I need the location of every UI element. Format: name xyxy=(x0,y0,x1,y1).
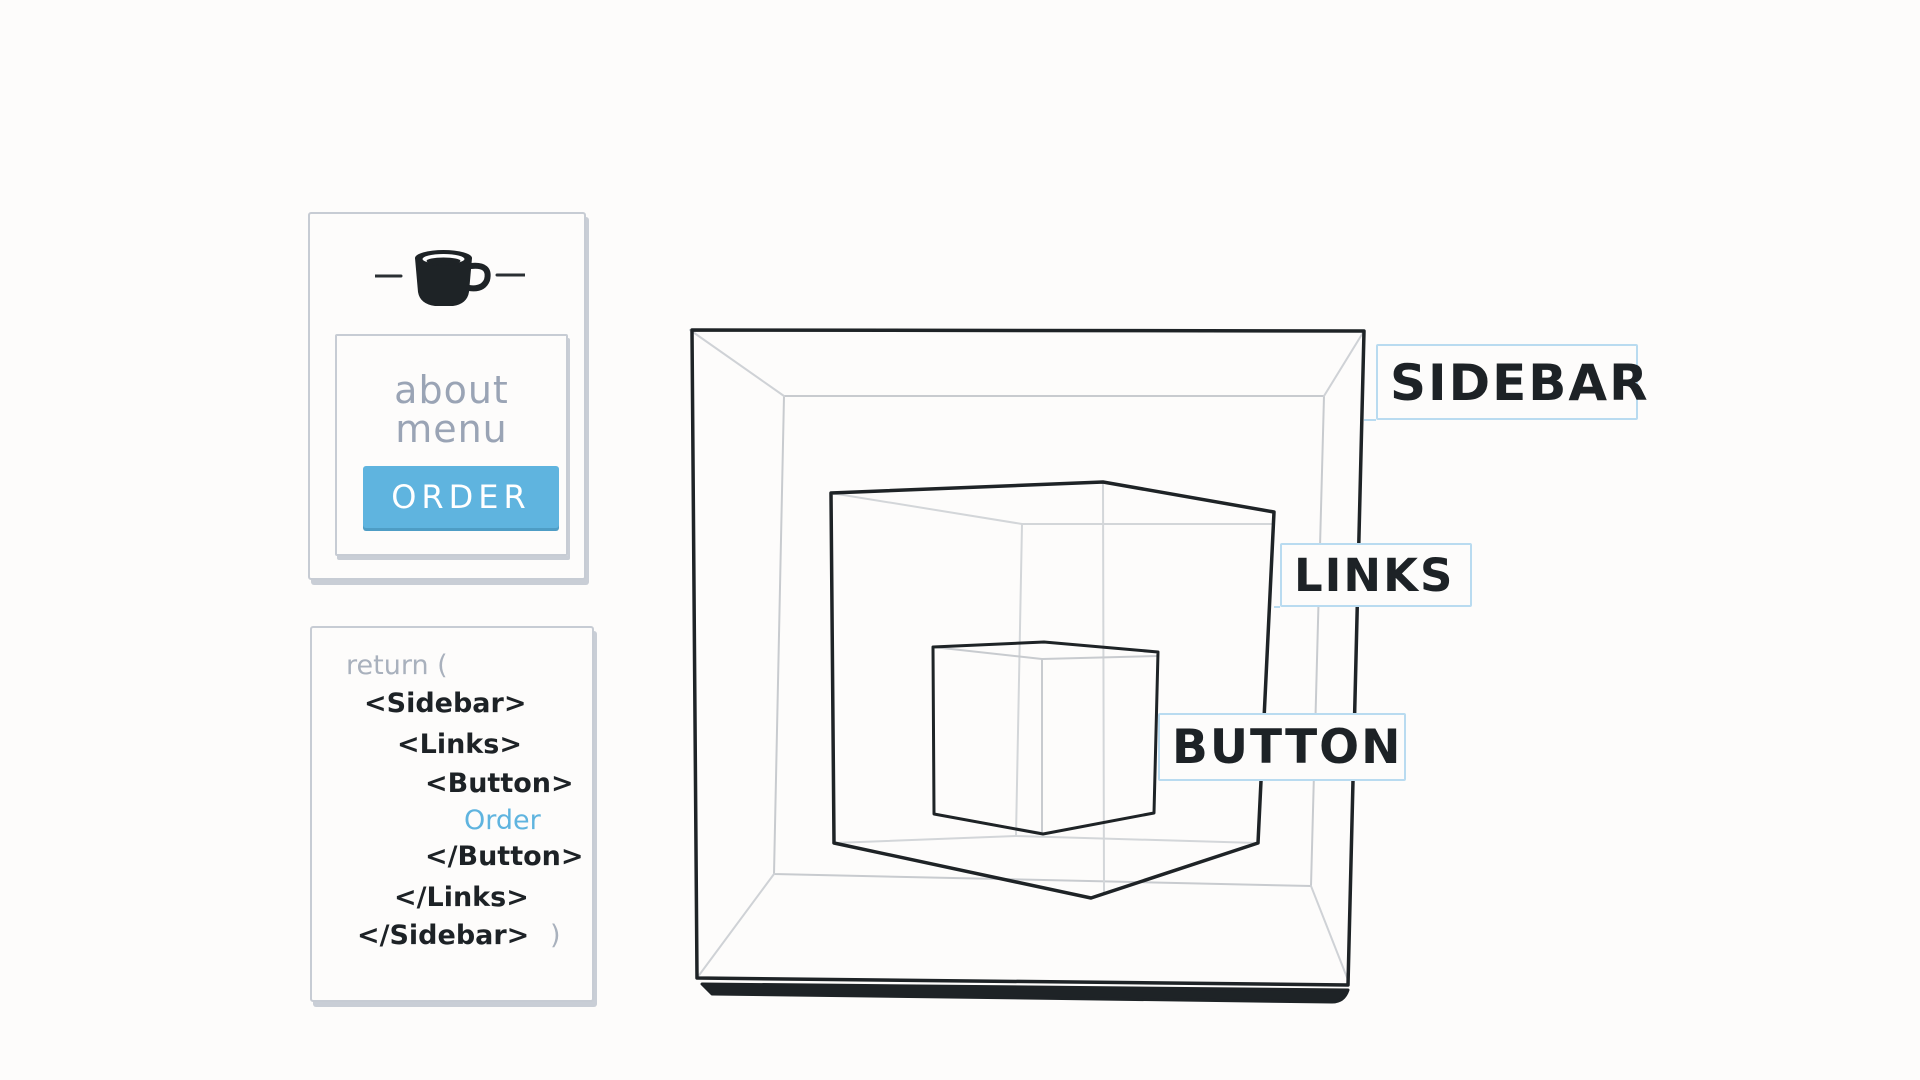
sidebar-label: SIDEBAR xyxy=(1376,344,1648,420)
button-label: BUTTON xyxy=(1158,713,1406,781)
code-close-paren: ) xyxy=(550,920,561,951)
code-return: return ( xyxy=(346,650,448,681)
code-sidebar-open: <Sidebar> xyxy=(364,688,527,719)
links-panel: about menu ORDER xyxy=(335,334,568,556)
component-nesting-illustration: about menu ORDER return ( <Sidebar> <Lin… xyxy=(0,0,1920,1080)
links-box xyxy=(829,480,1276,900)
coffee-cup-icon xyxy=(375,250,525,306)
jsx-code-card: return ( <Sidebar> <Links> <Button> Orde… xyxy=(310,626,594,1002)
code-order-text: Order xyxy=(464,805,541,836)
order-button[interactable]: ORDER xyxy=(363,466,559,528)
code-sidebar-close: </Sidebar> xyxy=(357,920,530,951)
code-button-open: <Button> xyxy=(425,768,574,799)
sidebar-box xyxy=(689,328,1366,1004)
code-links-open: <Links> xyxy=(397,729,522,760)
sidebar-mockup-card: about menu ORDER xyxy=(308,212,586,580)
code-links-close: </Links> xyxy=(394,882,529,913)
nested-boxes-drawing xyxy=(689,328,1376,1004)
button-box xyxy=(931,640,1160,836)
nav-link-about[interactable]: about xyxy=(337,368,566,412)
links-label: LINKS xyxy=(1280,543,1472,607)
code-button-close: </Button> xyxy=(425,841,584,872)
nav-link-menu[interactable]: menu xyxy=(337,407,566,451)
